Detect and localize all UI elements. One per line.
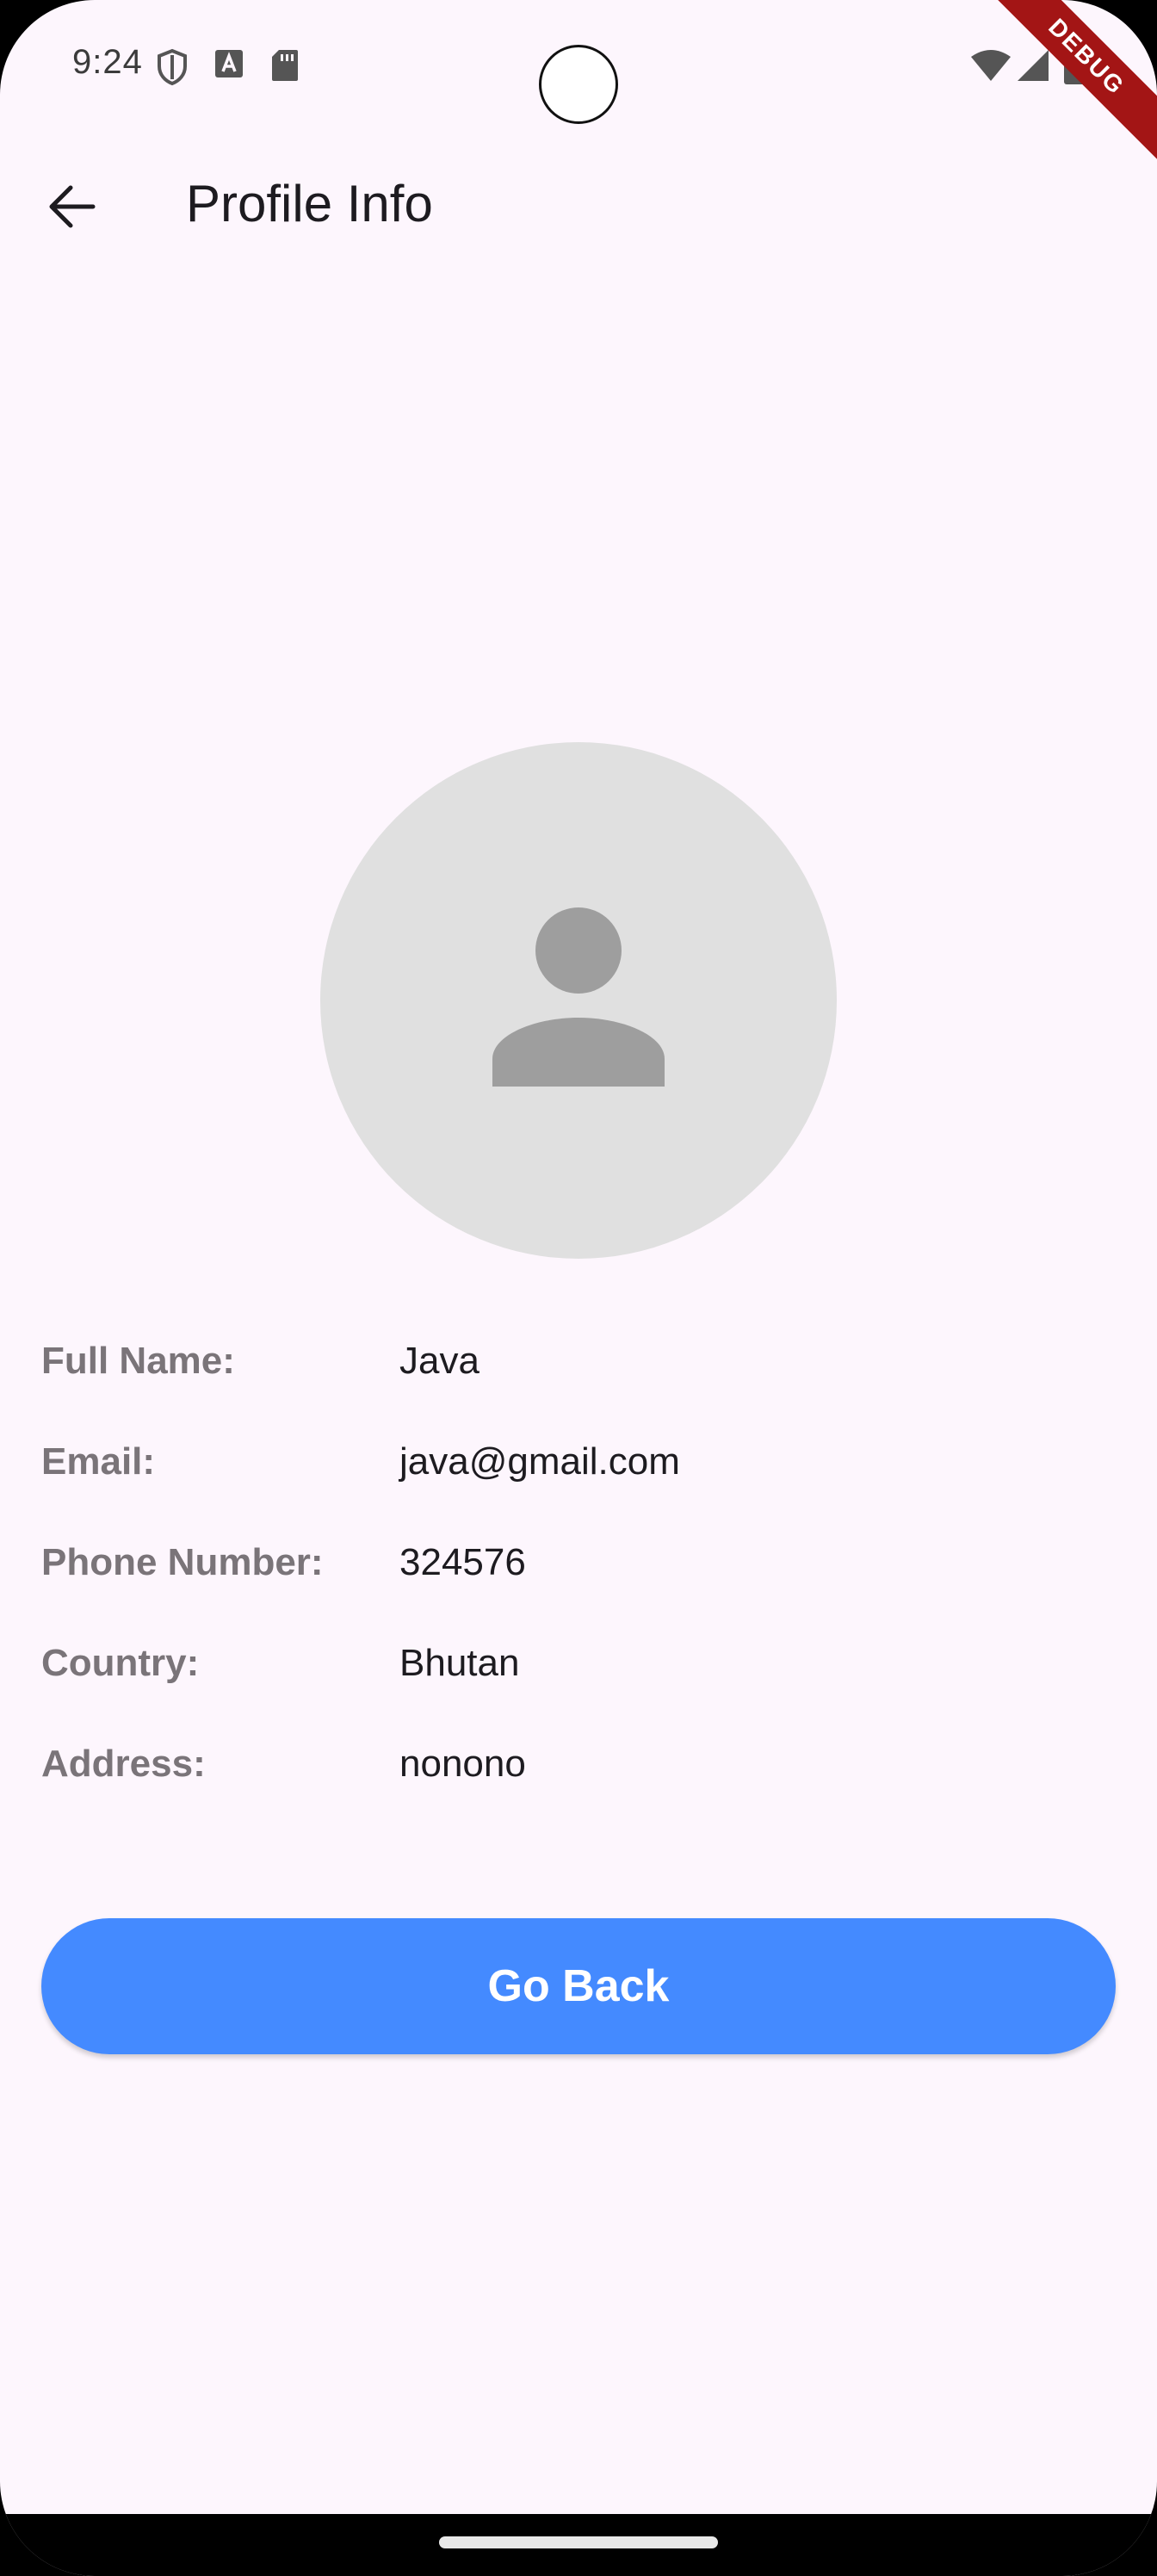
phone-value: 324576	[399, 1541, 526, 1583]
email-label: Email:	[41, 1440, 156, 1483]
person-icon	[492, 907, 665, 1087]
status-bar: 9:24 DEBUG	[0, 0, 1157, 170]
profile-row-country: Country: Bhutan	[41, 1642, 1116, 1702]
phone-label: Phone Number:	[41, 1541, 324, 1583]
full-name-value: Java	[399, 1340, 480, 1382]
full-name-label: Full Name:	[41, 1340, 235, 1382]
cell-signal-icon	[1016, 48, 1050, 87]
back-button[interactable]	[38, 172, 107, 241]
country-value: Bhutan	[399, 1642, 520, 1684]
profile-row-email: Email: java@gmail.com	[41, 1440, 1116, 1501]
profile-row-phone: Phone Number: 324576	[41, 1541, 1116, 1601]
avatar	[320, 742, 837, 1259]
address-value: nonono	[399, 1743, 526, 1785]
profile-row-full-name: Full Name: Java	[41, 1340, 1116, 1400]
arrow-back-icon	[49, 185, 96, 228]
wifi-icon	[969, 48, 1012, 87]
email-value: java@gmail.com	[399, 1440, 680, 1483]
address-label: Address:	[41, 1743, 206, 1785]
sd-card-icon	[270, 48, 300, 87]
status-time: 9:24	[72, 43, 143, 81]
phone-screen: 9:24 DEBUG Profile Info Full Name: Java …	[0, 0, 1157, 2576]
page-title: Profile Info	[186, 175, 433, 232]
font-a-icon	[213, 48, 244, 84]
front-camera	[539, 45, 618, 124]
home-indicator[interactable]	[439, 2536, 718, 2548]
profile-row-address: Address: nonono	[41, 1743, 1116, 1803]
country-label: Country:	[41, 1642, 200, 1684]
go-back-button[interactable]: Go Back	[41, 1918, 1116, 2054]
shield-icon	[155, 48, 189, 90]
